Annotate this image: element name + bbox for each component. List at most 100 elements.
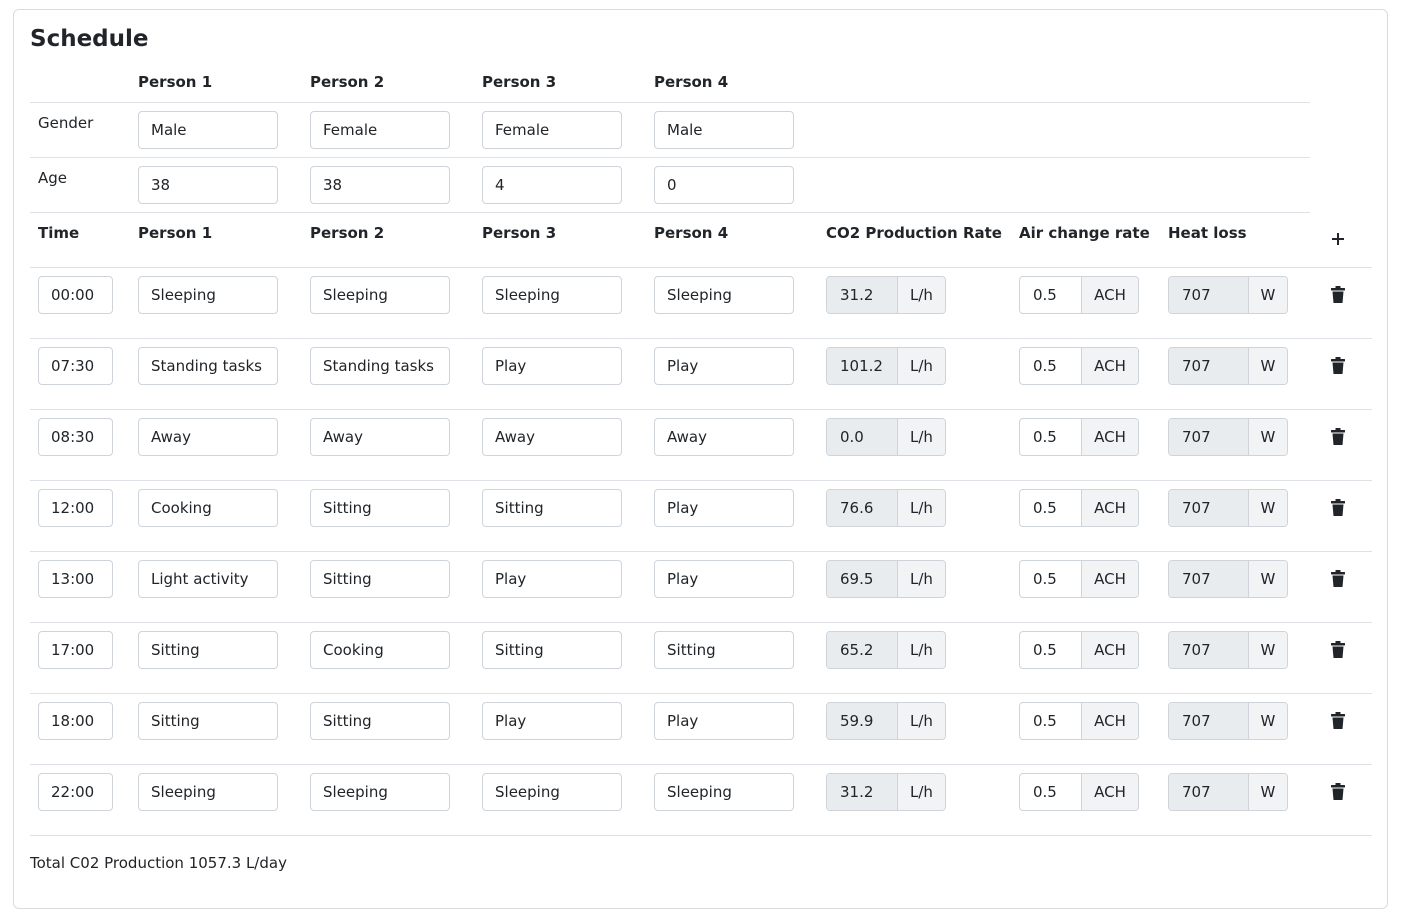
activity-select[interactable]: Sitting bbox=[310, 702, 450, 740]
gender-label: Gender bbox=[38, 114, 94, 132]
air-change-rate-input[interactable]: 0.5 bbox=[1020, 703, 1081, 739]
age-input[interactable]: 0 bbox=[654, 166, 794, 204]
activity-select[interactable]: Sitting bbox=[482, 631, 622, 669]
time-input[interactable]: 08:30 bbox=[38, 418, 113, 456]
gender-select[interactable]: Female bbox=[310, 111, 450, 149]
time-input[interactable]: 07:30 bbox=[38, 347, 113, 385]
activity-select[interactable]: Sleeping bbox=[654, 276, 794, 314]
trash-icon bbox=[1331, 286, 1345, 303]
co2-rate-group: 31.2 L/h bbox=[826, 773, 946, 811]
person-header: Person 2 bbox=[310, 224, 385, 242]
activity-select[interactable]: Play bbox=[654, 560, 794, 598]
activity-select[interactable]: Standing tasks bbox=[310, 347, 450, 385]
gender-select[interactable]: Male bbox=[654, 111, 794, 149]
activity-select[interactable]: Cooking bbox=[138, 489, 278, 527]
activity-select[interactable]: Away bbox=[310, 418, 450, 456]
activity-select[interactable]: Sleeping bbox=[310, 276, 450, 314]
activity-select[interactable]: Sitting bbox=[310, 489, 450, 527]
activity-select[interactable]: Away bbox=[138, 418, 278, 456]
activity-select[interactable]: Play bbox=[654, 489, 794, 527]
activity-select[interactable]: Cooking bbox=[310, 631, 450, 669]
co2-rate-value: 31.2 bbox=[827, 277, 897, 313]
activity-select[interactable]: Sleeping bbox=[138, 773, 278, 811]
activity-select[interactable]: Sitting bbox=[138, 702, 278, 740]
time-input[interactable]: 13:00 bbox=[38, 560, 113, 598]
air-change-rate-group: 0.5 ACH bbox=[1019, 560, 1139, 598]
activity-select[interactable]: Away bbox=[654, 418, 794, 456]
air-change-rate-unit: ACH bbox=[1081, 348, 1138, 384]
divider bbox=[30, 338, 1372, 339]
total-co2-production: Total C02 Production 1057.3 L/day bbox=[30, 854, 287, 872]
air-change-rate-input[interactable]: 0.5 bbox=[1020, 632, 1081, 668]
heat-loss-group: 707 W bbox=[1168, 418, 1288, 456]
heat-loss-group: 707 W bbox=[1168, 276, 1288, 314]
delete-row-button[interactable] bbox=[1331, 570, 1345, 587]
air-change-rate-group: 0.5 ACH bbox=[1019, 631, 1139, 669]
plus-icon bbox=[1332, 233, 1344, 245]
activity-select[interactable]: Sitting bbox=[482, 489, 622, 527]
time-input[interactable]: 12:00 bbox=[38, 489, 113, 527]
activity-select[interactable]: Sitting bbox=[654, 631, 794, 669]
air-change-rate-input[interactable]: 0.5 bbox=[1020, 774, 1081, 810]
co2-rate-value: 59.9 bbox=[827, 703, 897, 739]
delete-row-button[interactable] bbox=[1331, 428, 1345, 445]
activity-select[interactable]: Light activity bbox=[138, 560, 278, 598]
air-change-rate-unit: ACH bbox=[1081, 774, 1138, 810]
air-change-rate-input[interactable]: 0.5 bbox=[1020, 561, 1081, 597]
activity-select[interactable]: Play bbox=[654, 702, 794, 740]
activity-select[interactable]: Away bbox=[482, 418, 622, 456]
co2-rate-value: 76.6 bbox=[827, 490, 897, 526]
time-input[interactable]: 18:00 bbox=[38, 702, 113, 740]
air-change-rate-input[interactable]: 0.5 bbox=[1020, 490, 1081, 526]
person-header: Person 1 bbox=[138, 224, 213, 242]
heat-loss-unit: W bbox=[1247, 348, 1287, 384]
time-input[interactable]: 17:00 bbox=[38, 631, 113, 669]
trash-icon bbox=[1331, 783, 1345, 800]
air-change-rate-input[interactable]: 0.5 bbox=[1020, 277, 1081, 313]
delete-row-button[interactable] bbox=[1331, 286, 1345, 303]
delete-row-button[interactable] bbox=[1331, 783, 1345, 800]
co2-rate-group: 76.6 L/h bbox=[826, 489, 946, 527]
person-header: Person 3 bbox=[482, 224, 557, 242]
activity-select[interactable]: Sleeping bbox=[310, 773, 450, 811]
co2-rate-group: 31.2 L/h bbox=[826, 276, 946, 314]
co2-rate-group: 59.9 L/h bbox=[826, 702, 946, 740]
heat-loss-group: 707 W bbox=[1168, 631, 1288, 669]
activity-select[interactable]: Sleeping bbox=[654, 773, 794, 811]
trash-icon bbox=[1331, 428, 1345, 445]
heat-loss-value: 707 bbox=[1169, 561, 1248, 597]
add-row-button[interactable] bbox=[1330, 231, 1346, 247]
activity-select[interactable]: Play bbox=[482, 702, 622, 740]
person-header: Person 4 bbox=[654, 224, 729, 242]
time-input[interactable]: 22:00 bbox=[38, 773, 113, 811]
heat-loss-value: 707 bbox=[1169, 774, 1248, 810]
activity-select[interactable]: Sitting bbox=[310, 560, 450, 598]
air-change-rate-input[interactable]: 0.5 bbox=[1020, 419, 1081, 455]
air-change-rate-group: 0.5 ACH bbox=[1019, 773, 1139, 811]
activity-select[interactable]: Sleeping bbox=[138, 276, 278, 314]
age-input[interactable]: 38 bbox=[310, 166, 450, 204]
air-change-rate-unit: ACH bbox=[1081, 632, 1138, 668]
delete-row-button[interactable] bbox=[1331, 712, 1345, 729]
divider bbox=[30, 551, 1372, 552]
heat-loss-unit: W bbox=[1247, 277, 1287, 313]
delete-row-button[interactable] bbox=[1331, 357, 1345, 374]
age-input[interactable]: 38 bbox=[138, 166, 278, 204]
delete-row-button[interactable] bbox=[1331, 641, 1345, 658]
activity-select[interactable]: Play bbox=[482, 347, 622, 385]
activity-select[interactable]: Play bbox=[482, 560, 622, 598]
co2-rate-value: 101.2 bbox=[827, 348, 897, 384]
activity-select[interactable]: Play bbox=[654, 347, 794, 385]
gender-select[interactable]: Female bbox=[482, 111, 622, 149]
delete-row-button[interactable] bbox=[1331, 499, 1345, 516]
age-input[interactable]: 4 bbox=[482, 166, 622, 204]
activity-select[interactable]: Sleeping bbox=[482, 276, 622, 314]
gender-select[interactable]: Male bbox=[138, 111, 278, 149]
time-input[interactable]: 00:00 bbox=[38, 276, 113, 314]
heat-loss-unit: W bbox=[1247, 419, 1287, 455]
co2-rate-value: 69.5 bbox=[827, 561, 897, 597]
activity-select[interactable]: Sleeping bbox=[482, 773, 622, 811]
air-change-rate-input[interactable]: 0.5 bbox=[1020, 348, 1081, 384]
activity-select[interactable]: Sitting bbox=[138, 631, 278, 669]
activity-select[interactable]: Standing tasks bbox=[138, 347, 278, 385]
